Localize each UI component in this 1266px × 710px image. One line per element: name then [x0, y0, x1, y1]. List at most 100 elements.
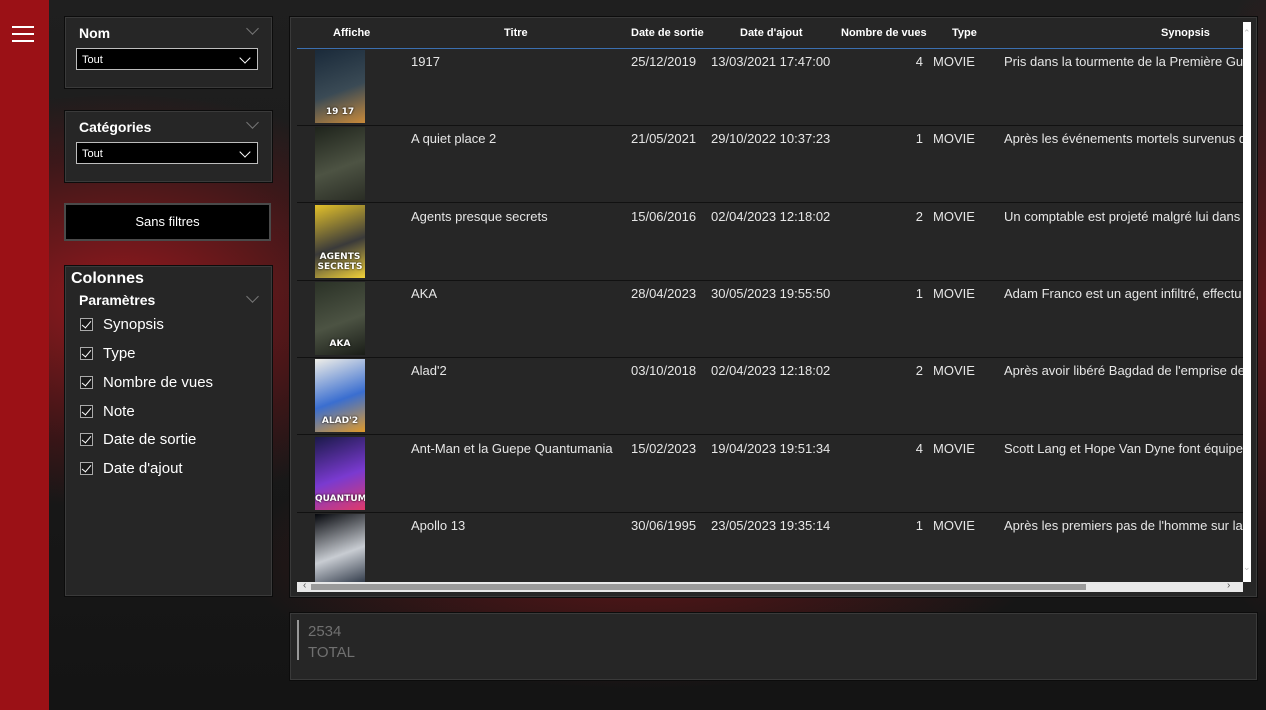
- cell-type: MOVIE: [933, 208, 975, 224]
- nom-dropdown-value: Tout: [82, 54, 103, 66]
- cell-titre: AKA: [411, 285, 438, 301]
- scroll-up-icon[interactable]: ⌃: [1243, 28, 1251, 39]
- table-header: Affiche Titre Date de sortie Date d'ajou…: [297, 23, 1243, 49]
- cell-vues: 2: [915, 208, 923, 224]
- cell-type: MOVIE: [933, 131, 975, 147]
- cell-titre: A quiet place 2: [411, 131, 497, 147]
- nom-dropdown[interactable]: Tout: [76, 48, 258, 70]
- cell-synopsis: Pris dans la tourmente de la Première Gu…: [1004, 54, 1243, 69]
- column-option-label: Date de sortie: [103, 430, 197, 448]
- cell-date-ajout: 30/05/2023 19:55:50: [711, 285, 831, 301]
- header-date-sortie[interactable]: Date de sortie: [631, 27, 704, 39]
- header-date-ajout[interactable]: Date d'ajout: [740, 27, 803, 39]
- cell-date-ajout: 02/04/2023 12:18:02: [711, 208, 831, 224]
- left-nav-bar: [0, 0, 49, 710]
- cell-vues: 4: [915, 440, 923, 456]
- chevron-down-icon[interactable]: [246, 290, 259, 303]
- poster-text: ALAD'2: [321, 416, 359, 427]
- table-row[interactable]: Apollo 13 30/06/1995 23/05/2023 19:35:14 1 M…: [297, 512, 1243, 583]
- checkbox[interactable]: [80, 317, 93, 331]
- checkbox[interactable]: [80, 375, 93, 389]
- column-option-synopsis[interactable]: Synopsis: [80, 314, 164, 334]
- cell-type: MOVIE: [933, 363, 975, 379]
- movie-poster-image: ALAD'2: [315, 359, 365, 433]
- total-value: 2534: [308, 623, 342, 640]
- cell-vues: 4: [915, 54, 923, 69]
- reset-filters-button[interactable]: Sans filtres: [64, 203, 271, 241]
- cell-date-sortie: 21/05/2021: [631, 131, 697, 147]
- categories-dropdown-value: Tout: [82, 148, 103, 160]
- header-synopsis[interactable]: Synopsis: [1161, 27, 1210, 39]
- checkbox[interactable]: [80, 432, 93, 446]
- cell-date-sortie: 28/04/2023: [631, 285, 697, 301]
- cell-date-sortie: 25/12/2019: [631, 54, 697, 69]
- table-row[interactable]: AGENTS SECRETS Agents presque secrets 15/0…: [297, 203, 1243, 281]
- cell-vues: 2: [915, 363, 923, 379]
- column-option-release-date[interactable]: Date de sortie: [80, 429, 196, 449]
- hamburger-menu-icon[interactable]: [12, 26, 34, 44]
- checkbox[interactable]: [80, 404, 93, 418]
- dropdown-arrow-icon: [239, 146, 251, 158]
- table-row[interactable]: A quiet place 2 21/05/2021 29/10/2022 10:3…: [297, 125, 1243, 204]
- cell-type: MOVIE: [933, 440, 975, 456]
- cell-synopsis: Adam Franco est un agent infiltré, effec…: [1004, 285, 1242, 301]
- cell-synopsis: Un comptable est projeté malgré lui dans: [1004, 208, 1241, 224]
- poster-text: AKA: [329, 338, 351, 349]
- header-vues[interactable]: Nombre de vues: [841, 27, 927, 39]
- chevron-down-icon[interactable]: [246, 22, 259, 35]
- horizontal-scrollbar[interactable]: ‹ ›: [297, 580, 1243, 592]
- categories-slicer: Catégories Tout: [64, 110, 273, 183]
- total-label: TOTAL: [308, 644, 355, 661]
- column-option-type[interactable]: Type: [80, 343, 136, 363]
- poster-text: AGENTS SECRETS: [317, 251, 363, 272]
- cell-date-ajout: 02/04/2023 12:18:02: [711, 363, 831, 379]
- cell-date-sortie: 30/06/1995: [631, 517, 697, 533]
- categories-dropdown[interactable]: Tout: [76, 142, 258, 164]
- nom-slicer: Nom Tout: [64, 16, 273, 89]
- cell-titre: Alad'2: [411, 363, 447, 379]
- checkbox[interactable]: [80, 346, 93, 360]
- movie-poster-image: AGENTS SECRETS: [315, 204, 365, 278]
- column-option-label: Synopsis: [103, 315, 164, 333]
- column-option-label: Type: [103, 344, 136, 362]
- columns-panel-title: Colonnes: [71, 270, 144, 287]
- cell-synopsis: Scott Lang et Hope Van Dyne font équipe: [1004, 440, 1243, 456]
- cell-type: MOVIE: [933, 285, 975, 301]
- movies-table: Affiche Titre Date de sortie Date d'ajou…: [297, 23, 1243, 583]
- poster-text: QUANTUMANIA: [315, 493, 365, 504]
- scroll-left-icon[interactable]: ‹: [303, 580, 306, 591]
- table-row[interactable]: QUANTUMANIA Ant-Man et la Guepe Quantuman…: [297, 435, 1243, 513]
- categories-slicer-title: Catégories: [79, 119, 152, 135]
- columns-panel-subtitle: Paramètres: [79, 292, 156, 308]
- column-option-note[interactable]: Note: [80, 401, 135, 421]
- total-accent-bar: [297, 620, 299, 660]
- horizontal-scrollbar-thumb[interactable]: [311, 584, 1086, 590]
- movie-poster-image: [315, 513, 365, 583]
- scroll-down-icon[interactable]: ⌄: [1243, 562, 1251, 573]
- movies-table-panel: Affiche Titre Date de sortie Date d'ajou…: [289, 16, 1258, 598]
- cell-vues: 1: [915, 517, 923, 533]
- cell-titre: Agents presque secrets: [411, 208, 548, 224]
- dropdown-arrow-icon: [239, 52, 251, 64]
- table-row[interactable]: ALAD'2 Alad'2 03/10/2018 02/04/2023 12:18:0…: [297, 357, 1243, 436]
- cell-synopsis: Après les événements mortels survenus d: [1004, 131, 1243, 147]
- total-card: 2534 TOTAL: [289, 612, 1258, 681]
- header-affiche[interactable]: Affiche: [333, 27, 370, 39]
- header-type[interactable]: Type: [952, 27, 977, 39]
- columns-panel: Colonnes Paramètres Synopsis Type Nombre…: [64, 265, 273, 597]
- nom-slicer-title: Nom: [79, 25, 111, 41]
- header-titre[interactable]: Titre: [504, 27, 528, 39]
- column-option-added-date[interactable]: Date d'ajout: [80, 458, 183, 478]
- scroll-right-icon[interactable]: ›: [1227, 580, 1230, 591]
- checkbox[interactable]: [80, 461, 93, 475]
- cell-synopsis: Après avoir libéré Bagdad de l'emprise d…: [1004, 363, 1243, 379]
- column-option-views[interactable]: Nombre de vues: [80, 372, 213, 392]
- chevron-down-icon[interactable]: [246, 116, 259, 129]
- cell-synopsis: Après les premiers pas de l'homme sur la: [1004, 517, 1243, 533]
- cell-vues: 1: [915, 131, 923, 147]
- column-option-label: Nombre de vues: [103, 373, 214, 391]
- movie-poster-image: 19 17: [315, 50, 365, 123]
- table-row[interactable]: AKA AKA 28/04/2023 30/05/2023 19:55:50 1 MOVI…: [297, 280, 1243, 358]
- table-row[interactable]: 19 17 1917 25/12/2019 13/03/2021 17:47:00 4 M…: [297, 48, 1243, 126]
- vertical-scrollbar[interactable]: [1243, 22, 1251, 582]
